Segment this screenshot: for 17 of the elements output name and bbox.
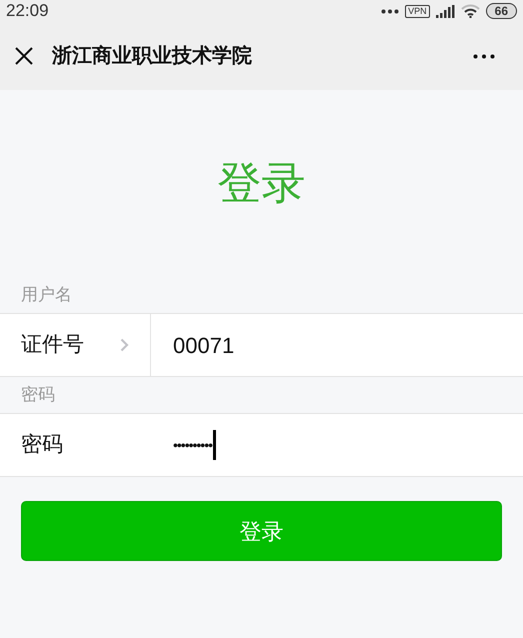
id-number-field[interactable]: 00071 [173, 328, 234, 362]
more-icon [381, 8, 400, 14]
vpn-indicator: VPN [405, 4, 430, 18]
field-label: 密码 [21, 432, 63, 458]
id-type-selector[interactable]: 证件号 [21, 329, 84, 361]
close-icon[interactable] [14, 46, 34, 66]
login-heading: 登录 [218, 158, 306, 210]
section-label: 密码 [21, 384, 55, 406]
more-icon[interactable] [473, 54, 495, 58]
password-field[interactable]: •••••••••• [173, 430, 216, 460]
chevron-right-icon [120, 338, 129, 352]
signal-icon [436, 4, 455, 18]
battery-indicator: 66 [486, 3, 517, 19]
status-time: 22:09 [6, 0, 49, 22]
page-title: 浙江商业职业技术学院 [52, 44, 252, 69]
section-label: 用户名 [21, 284, 72, 306]
wifi-icon [460, 4, 480, 18]
